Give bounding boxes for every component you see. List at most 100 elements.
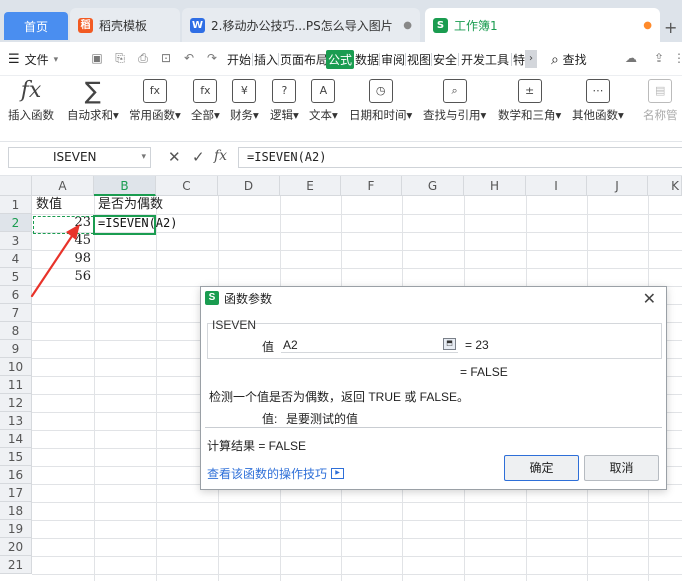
export-pdf-icon[interactable]: ⎘: [113, 51, 127, 65]
cell-a1[interactable]: 数值: [33, 196, 94, 214]
row-header[interactable]: 9: [0, 340, 32, 358]
menu-more-button[interactable]: ›: [525, 50, 537, 68]
save-icon[interactable]: ▣: [90, 51, 104, 65]
argument-value-input[interactable]: A2: [281, 337, 458, 353]
more-icon[interactable]: ⋮: [672, 51, 682, 65]
collapse-dialog-ref-icon[interactable]: ⬒: [443, 338, 456, 350]
calculation-result: 计算结果 = FALSE: [207, 439, 307, 453]
insert-function-button[interactable]: fx 插入函数: [8, 79, 54, 123]
tab-close-icon[interactable]: ●: [403, 20, 412, 31]
row-header[interactable]: 17: [0, 484, 32, 502]
row-header[interactable]: 21: [0, 556, 32, 574]
select-all-corner[interactable]: [0, 176, 32, 196]
print-preview-icon[interactable]: ⊡: [159, 51, 173, 65]
gridline: [32, 502, 682, 503]
menu-tab-formulas[interactable]: 公式: [326, 50, 355, 69]
gridline: [32, 538, 682, 539]
menu-tab-data[interactable]: 数据: [355, 51, 379, 68]
ellipsis-icon: ⋯: [585, 79, 610, 103]
row-header[interactable]: 10: [0, 358, 32, 376]
column-header-d[interactable]: D: [218, 176, 280, 196]
menu-separator: [511, 53, 512, 66]
menu-tab-special[interactable]: 特: [513, 51, 525, 68]
other-functions-button[interactable]: ⋯ 其他函数▾: [572, 79, 624, 123]
print-icon[interactable]: ⎙: [136, 51, 150, 65]
confirm-entry-icon[interactable]: ✓: [192, 148, 205, 166]
tab-document-word[interactable]: W 2.移动办公技巧...PS怎么导入图片 ●: [182, 8, 420, 42]
logical-functions-button[interactable]: ? 逻辑▾: [270, 79, 299, 123]
row-header[interactable]: 19: [0, 520, 32, 538]
tab-daoke-templates[interactable]: 稻 稻壳模板: [70, 8, 180, 42]
column-header-e[interactable]: E: [280, 176, 341, 196]
insert-function-fx-icon[interactable]: fx: [214, 148, 227, 164]
ribbon-label: 常用函数▾: [129, 108, 181, 122]
function-tips-link[interactable]: 查看该函数的操作技巧 ▶: [207, 465, 345, 482]
chevron-down-icon: ▾: [53, 54, 59, 65]
column-header-f[interactable]: F: [341, 176, 402, 196]
column-header-g[interactable]: G: [402, 176, 464, 196]
ok-button[interactable]: 确定: [504, 455, 579, 481]
name-manager-icon: ▤: [648, 79, 673, 103]
close-icon[interactable]: ✕: [643, 289, 656, 309]
row-header[interactable]: 1: [0, 196, 32, 214]
column-header-i[interactable]: I: [526, 176, 587, 196]
menu-tab-home[interactable]: 开始: [227, 51, 251, 68]
column-header-a[interactable]: A: [32, 176, 94, 196]
column-header-k[interactable]: K: [648, 176, 682, 196]
column-header-h[interactable]: H: [464, 176, 526, 196]
column-header-c[interactable]: C: [156, 176, 218, 196]
cell-b1[interactable]: 是否为偶数: [95, 196, 185, 214]
date-time-functions-button[interactable]: ◷ 日期和时间▾: [349, 79, 412, 123]
row-header[interactable]: 20: [0, 538, 32, 556]
row-header[interactable]: 13: [0, 412, 32, 430]
row-header[interactable]: 7: [0, 304, 32, 322]
tab-unsaved-dot-icon[interactable]: ●: [643, 20, 652, 31]
chevron-down-icon[interactable]: ▾: [141, 148, 146, 167]
menu-tab-review[interactable]: 审阅: [381, 51, 405, 68]
gridline: [32, 556, 682, 557]
financial-functions-button[interactable]: ¥ 财务▾: [230, 79, 259, 123]
all-functions-button[interactable]: fx 全部▾: [191, 79, 220, 123]
lookup-reference-button[interactable]: ⌕ 查找与引用▾: [423, 79, 486, 123]
row-header[interactable]: 8: [0, 322, 32, 340]
autosum-button[interactable]: ∑ 自动求和▾: [67, 79, 119, 123]
text-functions-button[interactable]: A 文本▾: [309, 79, 338, 123]
file-menu-button[interactable]: ☰ 文件 ▾: [8, 51, 58, 68]
find-button[interactable]: ⌕ 查找: [551, 51, 587, 68]
menu-separator: [405, 53, 406, 66]
share-icon[interactable]: ⇪: [652, 51, 666, 65]
undo-icon[interactable]: ↶: [182, 51, 196, 65]
gridline: [94, 196, 95, 581]
column-header-b[interactable]: B: [94, 176, 156, 196]
menu-tab-view[interactable]: 视图: [407, 51, 431, 68]
tab-label: 工作簿1: [454, 18, 498, 33]
cancel-entry-icon[interactable]: ✕: [168, 148, 181, 166]
name-box[interactable]: ISEVEN ▾: [8, 147, 151, 168]
formula-input[interactable]: =ISEVEN(A2): [238, 147, 682, 168]
column-header-j[interactable]: J: [587, 176, 648, 196]
new-tab-button[interactable]: +: [664, 18, 677, 37]
tab-workbook[interactable]: S 工作簿1 ●: [425, 8, 660, 42]
row-header[interactable]: 16: [0, 466, 32, 484]
row-header[interactable]: 18: [0, 502, 32, 520]
row-header[interactable]: 12: [0, 394, 32, 412]
name-manager-button[interactable]: ▤ 名称管: [643, 79, 678, 123]
function-name-label: ISEVEN: [212, 318, 257, 332]
row-header[interactable]: 15: [0, 448, 32, 466]
menu-tab-security[interactable]: 安全: [433, 51, 457, 68]
cancel-button[interactable]: 取消: [584, 455, 659, 481]
cloud-sync-icon[interactable]: ☁: [620, 51, 642, 65]
menu-tab-insert[interactable]: 插入: [254, 51, 278, 68]
dialog-title-bar[interactable]: S 函数参数 ✕: [201, 287, 666, 309]
menu-tab-page-layout[interactable]: 页面布局: [280, 51, 328, 68]
menu-separator: [252, 53, 253, 66]
common-functions-button[interactable]: fx 常用函数▾: [129, 79, 181, 123]
math-trig-button[interactable]: ± 数学和三角▾: [498, 79, 561, 123]
tab-label: 2.移动办公技巧...PS怎么导入图片: [211, 18, 393, 33]
menu-tab-developer[interactable]: 开发工具: [461, 51, 509, 68]
question-icon: ?: [272, 79, 297, 103]
redo-icon[interactable]: ↷: [205, 51, 219, 65]
row-header[interactable]: 14: [0, 430, 32, 448]
row-header[interactable]: 11: [0, 376, 32, 394]
tab-home[interactable]: 首页: [4, 12, 68, 40]
